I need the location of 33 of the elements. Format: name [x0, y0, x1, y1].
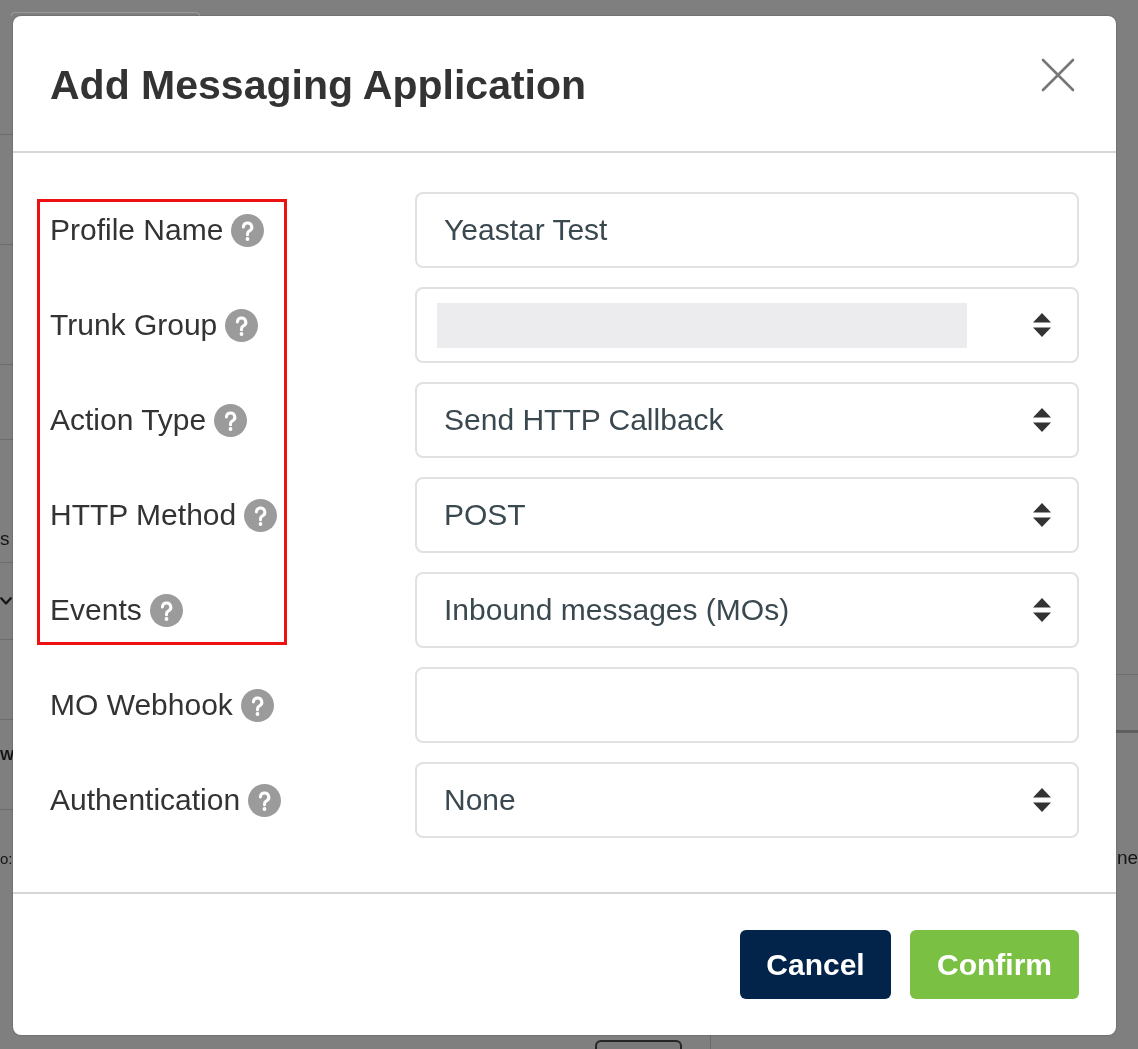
help-icon[interactable]	[231, 213, 265, 247]
dropdown[interactable]: POST	[415, 477, 1079, 553]
field-label: MO Webhook	[50, 687, 233, 723]
help-icon[interactable]	[248, 783, 282, 817]
text-input[interactable]: Yeastar Test	[415, 192, 1079, 268]
close-icon[interactable]	[1041, 58, 1075, 92]
cancel-button[interactable]: Cancel	[740, 930, 891, 999]
dialog-title: Add Messaging Application	[50, 61, 587, 109]
help-icon[interactable]	[149, 593, 183, 627]
dropdown[interactable]: Send HTTP Callback	[415, 382, 1079, 458]
field-label: Events	[50, 592, 142, 628]
dropdown[interactable]: None	[415, 762, 1079, 838]
help-icon[interactable]	[240, 688, 274, 722]
cut-off-text: W	[0, 746, 15, 764]
help-icon[interactable]	[244, 498, 278, 532]
field-label: Trunk Group	[50, 307, 218, 343]
help-icon[interactable]	[225, 308, 259, 342]
up-down-caret-icon	[1033, 788, 1051, 812]
cut-off-text: s	[0, 527, 10, 550]
field-label: Action Type	[50, 402, 207, 438]
up-down-caret-icon	[1033, 408, 1051, 432]
up-down-caret-icon	[1033, 313, 1051, 337]
text-input[interactable]	[415, 667, 1079, 743]
field-label: HTTP Method	[50, 497, 237, 533]
up-down-caret-icon	[1033, 503, 1051, 527]
dropdown[interactable]: Inbound messages (MOs)	[415, 572, 1079, 648]
chevron-down-icon	[0, 597, 12, 605]
field-label: Authentication	[50, 782, 241, 818]
cut-off-text: o:	[0, 850, 13, 868]
field-label: Profile Name	[50, 212, 224, 248]
up-down-caret-icon	[1033, 598, 1051, 622]
help-icon[interactable]	[214, 403, 248, 437]
cut-off-text: ne	[1117, 846, 1138, 869]
